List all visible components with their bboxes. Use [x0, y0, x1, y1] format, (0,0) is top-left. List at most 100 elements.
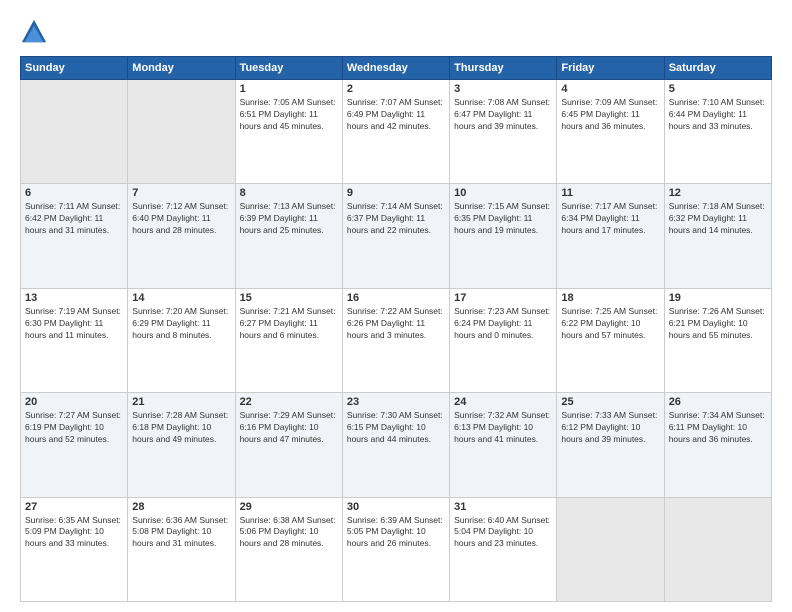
day-number: 20 [25, 396, 123, 408]
day-number: 7 [132, 187, 230, 199]
day-info: Sunrise: 7:34 AM Sunset: 6:11 PM Dayligh… [669, 410, 767, 446]
day-info: Sunrise: 7:32 AM Sunset: 6:13 PM Dayligh… [454, 410, 552, 446]
logo-icon [20, 18, 48, 46]
calendar-cell: 17 Sunrise: 7:23 AM Sunset: 6:24 PM Dayli… [450, 288, 557, 392]
calendar-cell: 30Sunrise: 6:39 AM Sunset: 5:05 PM Dayli… [342, 497, 449, 601]
day-number: 14 [132, 292, 230, 304]
day-info: Sunrise: 7:33 AM Sunset: 6:12 PM Dayligh… [561, 410, 659, 446]
calendar-cell: 24 Sunrise: 7:32 AM Sunset: 6:13 PM Dayli… [450, 393, 557, 497]
calendar-cell [664, 497, 771, 601]
logo [20, 18, 50, 46]
calendar-cell [128, 80, 235, 184]
day-info: Sunrise: 7:20 AM Sunset: 6:29 PM Dayligh… [132, 306, 230, 342]
day-number: 3 [454, 83, 552, 95]
calendar-cell: 12 Sunrise: 7:18 AM Sunset: 6:32 PM Dayli… [664, 184, 771, 288]
day-number: 10 [454, 187, 552, 199]
day-header-sunday: Sunday [21, 57, 128, 80]
day-header-thursday: Thursday [450, 57, 557, 80]
calendar-cell: 27 Sunrise: 6:35 AM Sunset: 5:09 PM Dayli… [21, 497, 128, 601]
calendar-cell [557, 497, 664, 601]
day-header-friday: Friday [557, 57, 664, 80]
calendar-cell: 9 Sunrise: 7:14 AM Sunset: 6:37 PM Daylig… [342, 184, 449, 288]
day-info: Sunrise: 7:23 AM Sunset: 6:24 PM Dayligh… [454, 306, 552, 342]
day-number: 1 [240, 83, 338, 95]
day-number: 18 [561, 292, 659, 304]
day-info: Sunrise: 7:11 AM Sunset: 6:42 PM Dayligh… [25, 201, 123, 237]
day-info: Sunrise: 7:10 AM Sunset: 6:44 PM Dayligh… [669, 97, 767, 133]
calendar-cell: 18 Sunrise: 7:25 AM Sunset: 6:22 PM Dayli… [557, 288, 664, 392]
day-header-saturday: Saturday [664, 57, 771, 80]
day-info: Sunrise: 7:26 AM Sunset: 6:21 PM Dayligh… [669, 306, 767, 342]
calendar-cell: 21Sunrise: 7:28 AM Sunset: 6:18 PM Dayli… [128, 393, 235, 497]
day-info: Sunrise: 6:39 AM Sunset: 5:05 PM Dayligh… [347, 515, 445, 551]
day-info: Sunrise: 7:15 AM Sunset: 6:35 PM Dayligh… [454, 201, 552, 237]
calendar-cell: 7 Sunrise: 7:12 AM Sunset: 6:40 PM Daylig… [128, 184, 235, 288]
calendar-cell: 22 Sunrise: 7:29 AM Sunset: 6:16 PM Dayli… [235, 393, 342, 497]
calendar-cell: 1 Sunrise: 7:05 AM Sunset: 6:51 PM Daylig… [235, 80, 342, 184]
day-number: 31 [454, 501, 552, 513]
calendar-table: SundayMondayTuesdayWednesdayThursdayFrid… [20, 56, 772, 602]
day-number: 12 [669, 187, 767, 199]
calendar-cell: 20 Sunrise: 7:27 AM Sunset: 6:19 PM Dayli… [21, 393, 128, 497]
calendar-cell: 2 Sunrise: 7:07 AM Sunset: 6:49 PM Daylig… [342, 80, 449, 184]
calendar-header-row: SundayMondayTuesdayWednesdayThursdayFrid… [21, 57, 772, 80]
day-info: Sunrise: 7:30 AM Sunset: 6:15 PM Dayligh… [347, 410, 445, 446]
day-number: 17 [454, 292, 552, 304]
day-info: Sunrise: 7:18 AM Sunset: 6:32 PM Dayligh… [669, 201, 767, 237]
day-info: Sunrise: 7:27 AM Sunset: 6:19 PM Dayligh… [25, 410, 123, 446]
calendar-cell: 8 Sunrise: 7:13 AM Sunset: 6:39 PM Daylig… [235, 184, 342, 288]
day-number: 5 [669, 83, 767, 95]
day-header-tuesday: Tuesday [235, 57, 342, 80]
day-number: 15 [240, 292, 338, 304]
day-number: 8 [240, 187, 338, 199]
day-info: Sunrise: 7:07 AM Sunset: 6:49 PM Dayligh… [347, 97, 445, 133]
calendar-cell: 28 Sunrise: 6:36 AM Sunset: 5:08 PM Dayli… [128, 497, 235, 601]
page: SundayMondayTuesdayWednesdayThursdayFrid… [0, 0, 792, 612]
day-number: 27 [25, 501, 123, 513]
day-number: 22 [240, 396, 338, 408]
calendar-cell: 26 Sunrise: 7:34 AM Sunset: 6:11 PM Dayli… [664, 393, 771, 497]
calendar-cell: 5 Sunrise: 7:10 AM Sunset: 6:44 PM Daylig… [664, 80, 771, 184]
day-number: 4 [561, 83, 659, 95]
day-info: Sunrise: 6:40 AM Sunset: 5:04 PM Dayligh… [454, 515, 552, 551]
calendar-week-2: 6 Sunrise: 7:11 AM Sunset: 6:42 PM Daylig… [21, 184, 772, 288]
day-number: 11 [561, 187, 659, 199]
calendar-week-5: 27 Sunrise: 6:35 AM Sunset: 5:09 PM Dayli… [21, 497, 772, 601]
day-info: Sunrise: 7:19 AM Sunset: 6:30 PM Dayligh… [25, 306, 123, 342]
day-number: 26 [669, 396, 767, 408]
calendar-cell [21, 80, 128, 184]
calendar-week-3: 13 Sunrise: 7:19 AM Sunset: 6:30 PM Dayli… [21, 288, 772, 392]
day-number: 9 [347, 187, 445, 199]
day-info: Sunrise: 6:38 AM Sunset: 5:06 PM Dayligh… [240, 515, 338, 551]
day-info: Sunrise: 6:36 AM Sunset: 5:08 PM Dayligh… [132, 515, 230, 551]
calendar-cell: 4 Sunrise: 7:09 AM Sunset: 6:45 PM Daylig… [557, 80, 664, 184]
calendar-cell: 14 Sunrise: 7:20 AM Sunset: 6:29 PM Dayli… [128, 288, 235, 392]
calendar-cell: 11Sunrise: 7:17 AM Sunset: 6:34 PM Dayli… [557, 184, 664, 288]
day-info: Sunrise: 7:13 AM Sunset: 6:39 PM Dayligh… [240, 201, 338, 237]
day-info: Sunrise: 7:28 AM Sunset: 6:18 PM Dayligh… [132, 410, 230, 446]
calendar-cell: 6 Sunrise: 7:11 AM Sunset: 6:42 PM Daylig… [21, 184, 128, 288]
day-info: Sunrise: 7:09 AM Sunset: 6:45 PM Dayligh… [561, 97, 659, 133]
day-info: Sunrise: 7:05 AM Sunset: 6:51 PM Dayligh… [240, 97, 338, 133]
day-number: 2 [347, 83, 445, 95]
calendar-cell: 10 Sunrise: 7:15 AM Sunset: 6:35 PM Dayli… [450, 184, 557, 288]
day-number: 24 [454, 396, 552, 408]
calendar-cell: 13 Sunrise: 7:19 AM Sunset: 6:30 PM Dayli… [21, 288, 128, 392]
calendar-week-1: 1 Sunrise: 7:05 AM Sunset: 6:51 PM Daylig… [21, 80, 772, 184]
calendar-cell: 19Sunrise: 7:26 AM Sunset: 6:21 PM Dayli… [664, 288, 771, 392]
day-info: Sunrise: 7:08 AM Sunset: 6:47 PM Dayligh… [454, 97, 552, 133]
day-number: 13 [25, 292, 123, 304]
day-info: Sunrise: 7:29 AM Sunset: 6:16 PM Dayligh… [240, 410, 338, 446]
day-number: 28 [132, 501, 230, 513]
calendar-week-4: 20 Sunrise: 7:27 AM Sunset: 6:19 PM Dayli… [21, 393, 772, 497]
day-info: Sunrise: 7:12 AM Sunset: 6:40 PM Dayligh… [132, 201, 230, 237]
day-number: 6 [25, 187, 123, 199]
day-info: Sunrise: 7:25 AM Sunset: 6:22 PM Dayligh… [561, 306, 659, 342]
calendar-cell: 29 Sunrise: 6:38 AM Sunset: 5:06 PM Dayli… [235, 497, 342, 601]
day-info: Sunrise: 6:35 AM Sunset: 5:09 PM Dayligh… [25, 515, 123, 551]
calendar-cell: 3 Sunrise: 7:08 AM Sunset: 6:47 PM Daylig… [450, 80, 557, 184]
calendar-cell: 25Sunrise: 7:33 AM Sunset: 6:12 PM Dayli… [557, 393, 664, 497]
day-number: 29 [240, 501, 338, 513]
day-info: Sunrise: 7:14 AM Sunset: 6:37 PM Dayligh… [347, 201, 445, 237]
header [20, 18, 772, 46]
